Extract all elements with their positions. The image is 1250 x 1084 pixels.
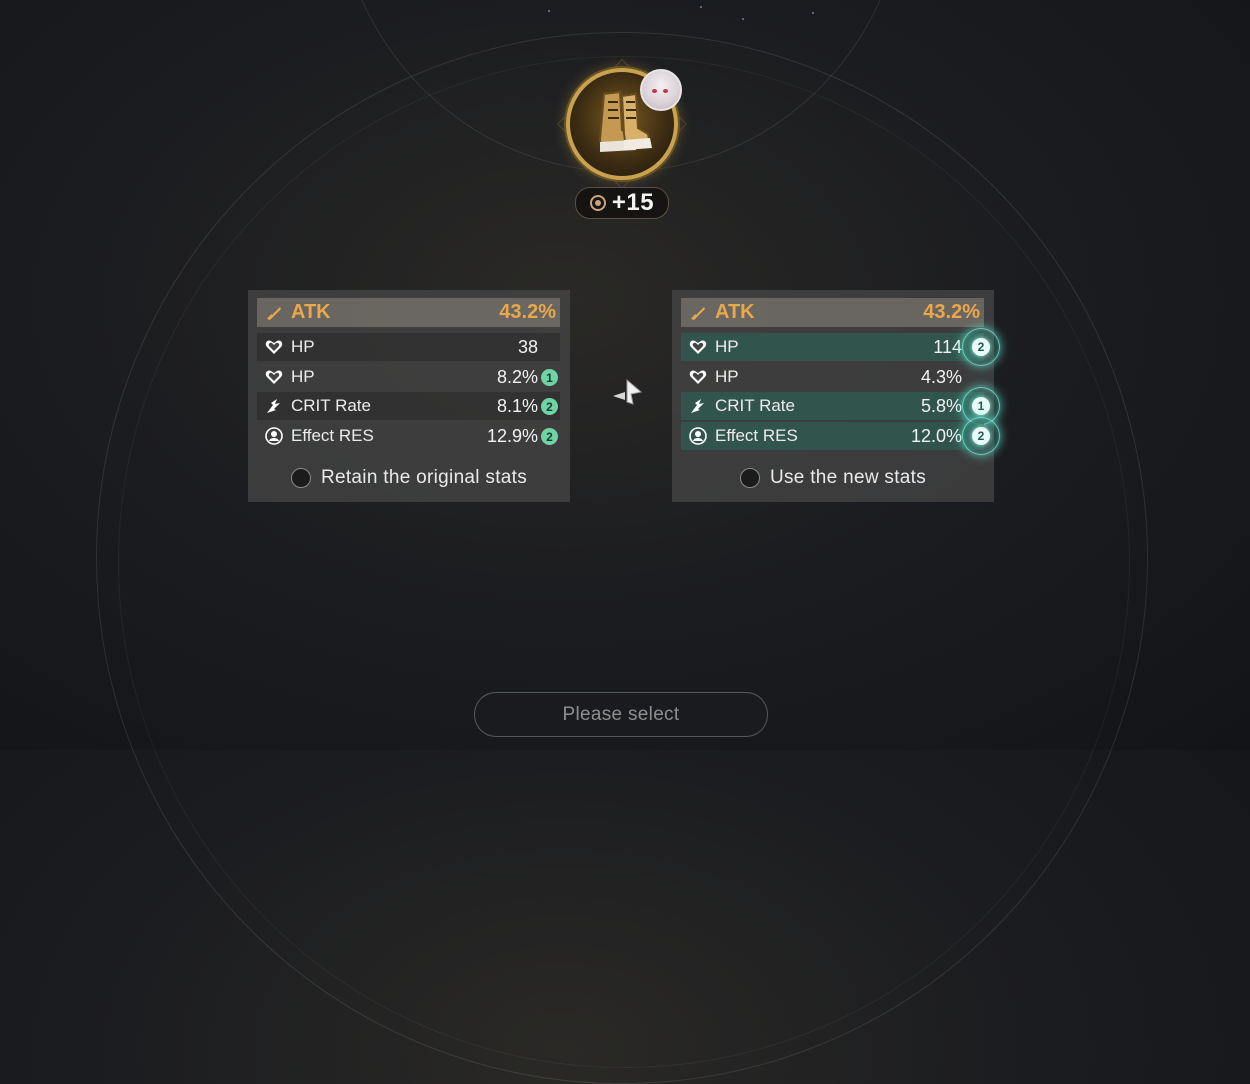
- substat-value: 8.1%: [496, 395, 538, 416]
- crit-icon: [687, 397, 709, 415]
- roll-count-badge: 2: [541, 428, 558, 445]
- substat-row: Effect RES 12.9% 2: [257, 422, 560, 450]
- main-stat-value: 43.2%: [499, 301, 556, 323]
- level-icon: [589, 195, 606, 211]
- confirm-button[interactable]: Please select: [474, 692, 768, 737]
- character-avatar: [640, 69, 682, 111]
- new-stats-panel[interactable]: ATK 43.2% HP 114 2 HP 4.3% CRIT Rate 5.8…: [672, 290, 1000, 502]
- star: [700, 6, 702, 8]
- sword-icon: [687, 304, 709, 322]
- roll-count-badge: 2: [541, 398, 558, 415]
- substat-name: CRIT Rate: [291, 396, 371, 415]
- heart-icon: [263, 339, 285, 355]
- substat-value: 4.3%: [920, 366, 962, 387]
- substat-value: 114: [933, 336, 962, 357]
- avatar-eye: [663, 89, 668, 93]
- main-stat-row: ATK 43.2%: [681, 298, 984, 327]
- substat-row: HP 8.2% 1: [257, 363, 560, 391]
- original-stats-panel[interactable]: ATK 43.2% HP 38 HP 8.2% 1 CRIT Rate 8.1%…: [248, 290, 570, 502]
- substat-value: 8.2%: [496, 366, 538, 387]
- substat-name: HP: [291, 337, 315, 356]
- substat-name: CRIT Rate: [715, 396, 795, 415]
- substat-value: 12.9%: [486, 425, 538, 446]
- substat-row: HP 114 2: [681, 328, 1000, 366]
- crit-icon: [263, 397, 285, 415]
- use-new-option[interactable]: Use the new stats: [672, 467, 994, 489]
- compare-arrow-icon: [611, 376, 645, 410]
- main-stat-row: ATK 43.2%: [257, 298, 560, 327]
- roll-count-badge: 2: [972, 427, 990, 445]
- heart-icon: [263, 369, 285, 385]
- relic-level-badge: +15: [575, 187, 669, 219]
- roll-count-badge: 2: [972, 338, 990, 356]
- radio-button[interactable]: [739, 468, 760, 488]
- substat-row: HP 38: [257, 333, 560, 361]
- substat-value: 12.0%: [910, 425, 962, 446]
- substat-row: HP 4.3%: [681, 363, 984, 391]
- main-stat-name: ATK: [291, 301, 331, 323]
- substat-name: Effect RES: [715, 426, 798, 445]
- star: [812, 12, 814, 14]
- substat-name: Effect RES: [291, 426, 374, 445]
- roll-count-glow: 2: [962, 417, 1000, 455]
- substat-row: Effect RES 12.0% 2: [681, 417, 1000, 455]
- roll-count-glow: 2: [962, 328, 1000, 366]
- substat-value: 5.8%: [920, 395, 962, 416]
- star: [548, 10, 550, 12]
- avatar-eye: [652, 89, 657, 93]
- choice-label: Use the new stats: [769, 467, 927, 488]
- sword-icon: [263, 304, 285, 322]
- retain-original-option[interactable]: Retain the original stats: [248, 467, 570, 489]
- heart-icon: [687, 369, 709, 385]
- main-stat-value: 43.2%: [923, 301, 980, 323]
- relic-level: +15: [611, 189, 655, 216]
- effect-res-icon: [263, 427, 285, 445]
- main-stat-name: ATK: [715, 301, 755, 323]
- substat-name: HP: [715, 337, 739, 356]
- effect-res-icon: [687, 427, 709, 445]
- roll-count-badge: 1: [972, 397, 990, 415]
- heart-icon: [687, 339, 709, 355]
- substat-name: HP: [715, 367, 739, 386]
- substat-row: CRIT Rate 5.8% 1: [681, 387, 1000, 425]
- roll-count-badge: 1: [541, 369, 558, 386]
- radio-button[interactable]: [290, 468, 311, 488]
- substat-name: HP: [291, 367, 315, 386]
- choice-label: Retain the original stats: [320, 467, 528, 488]
- substat-row: CRIT Rate 8.1% 2: [257, 392, 560, 420]
- substat-value: 38: [517, 336, 538, 357]
- star: [742, 18, 744, 20]
